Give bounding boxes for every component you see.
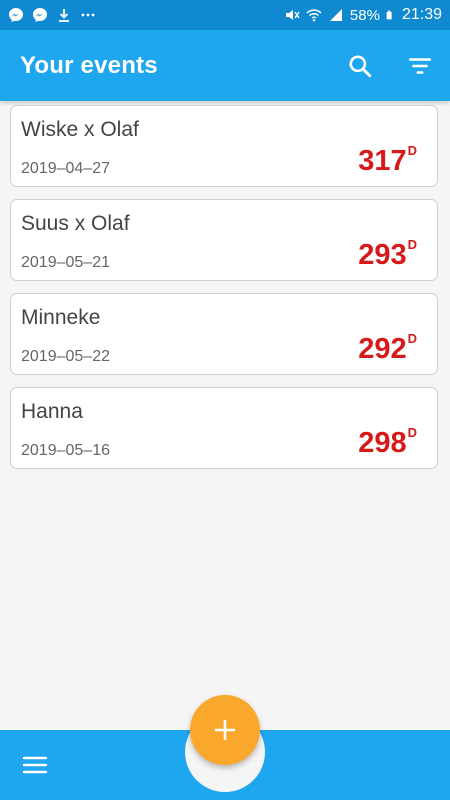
add-event-button[interactable] bbox=[190, 695, 260, 765]
event-list: Wiske x Olaf 2019–04–27 317 D Suus x Ola… bbox=[10, 105, 440, 481]
page-title: Your events bbox=[20, 52, 158, 79]
search-button[interactable] bbox=[343, 49, 377, 83]
status-right-icons: 58% 21:39 bbox=[284, 0, 442, 30]
event-date: 2019–04–27 bbox=[21, 160, 110, 177]
event-card[interactable]: Wiske x Olaf 2019–04–27 317 D bbox=[10, 105, 438, 187]
days-number: 293 bbox=[358, 239, 407, 271]
days-number: 298 bbox=[358, 427, 407, 459]
signal-icon bbox=[329, 9, 342, 21]
battery-icon bbox=[386, 10, 392, 20]
event-date: 2019–05–16 bbox=[21, 442, 110, 459]
event-name: Minneke bbox=[21, 306, 101, 329]
event-name: Suus x Olaf bbox=[21, 212, 130, 235]
event-card[interactable]: Minneke 2019–05–22 292 D bbox=[10, 293, 438, 375]
days-unit: D bbox=[407, 425, 417, 440]
app-bar: Your events bbox=[0, 30, 450, 101]
days-number: 317 bbox=[358, 145, 407, 177]
filter-icon bbox=[408, 58, 432, 74]
status-left-icons bbox=[0, 7, 96, 23]
clock: 21:39 bbox=[401, 6, 442, 23]
battery-percent: 58% bbox=[349, 6, 380, 24]
wifi-icon bbox=[306, 9, 322, 22]
event-days-count: 317 D bbox=[358, 144, 417, 178]
plus-icon bbox=[214, 719, 236, 741]
event-days-count: 293 D bbox=[358, 238, 417, 272]
menu-button[interactable] bbox=[20, 752, 50, 778]
event-days-count: 292 D bbox=[358, 332, 417, 366]
download-icon bbox=[59, 9, 69, 22]
messenger-icon bbox=[33, 8, 47, 22]
messenger-icon bbox=[9, 8, 23, 22]
hamburger-menu-icon bbox=[22, 756, 48, 774]
days-unit: D bbox=[407, 143, 417, 158]
days-number: 292 bbox=[358, 333, 407, 365]
event-name: Hanna bbox=[21, 400, 83, 423]
event-name: Wiske x Olaf bbox=[21, 118, 139, 141]
event-card[interactable]: Suus x Olaf 2019–05–21 293 D bbox=[10, 199, 438, 281]
days-unit: D bbox=[407, 331, 417, 346]
event-card[interactable]: Hanna 2019–05–16 298 D bbox=[10, 387, 438, 469]
search-icon bbox=[349, 55, 372, 78]
status-bar: 58% 21:39 bbox=[0, 0, 450, 30]
event-days-count: 298 D bbox=[358, 426, 417, 460]
filter-button[interactable] bbox=[403, 49, 437, 83]
event-date: 2019–05–22 bbox=[21, 348, 110, 365]
more-dots-icon bbox=[81, 13, 95, 17]
event-date: 2019–05–21 bbox=[21, 254, 110, 271]
days-unit: D bbox=[407, 237, 417, 252]
mute-icon bbox=[285, 10, 300, 20]
